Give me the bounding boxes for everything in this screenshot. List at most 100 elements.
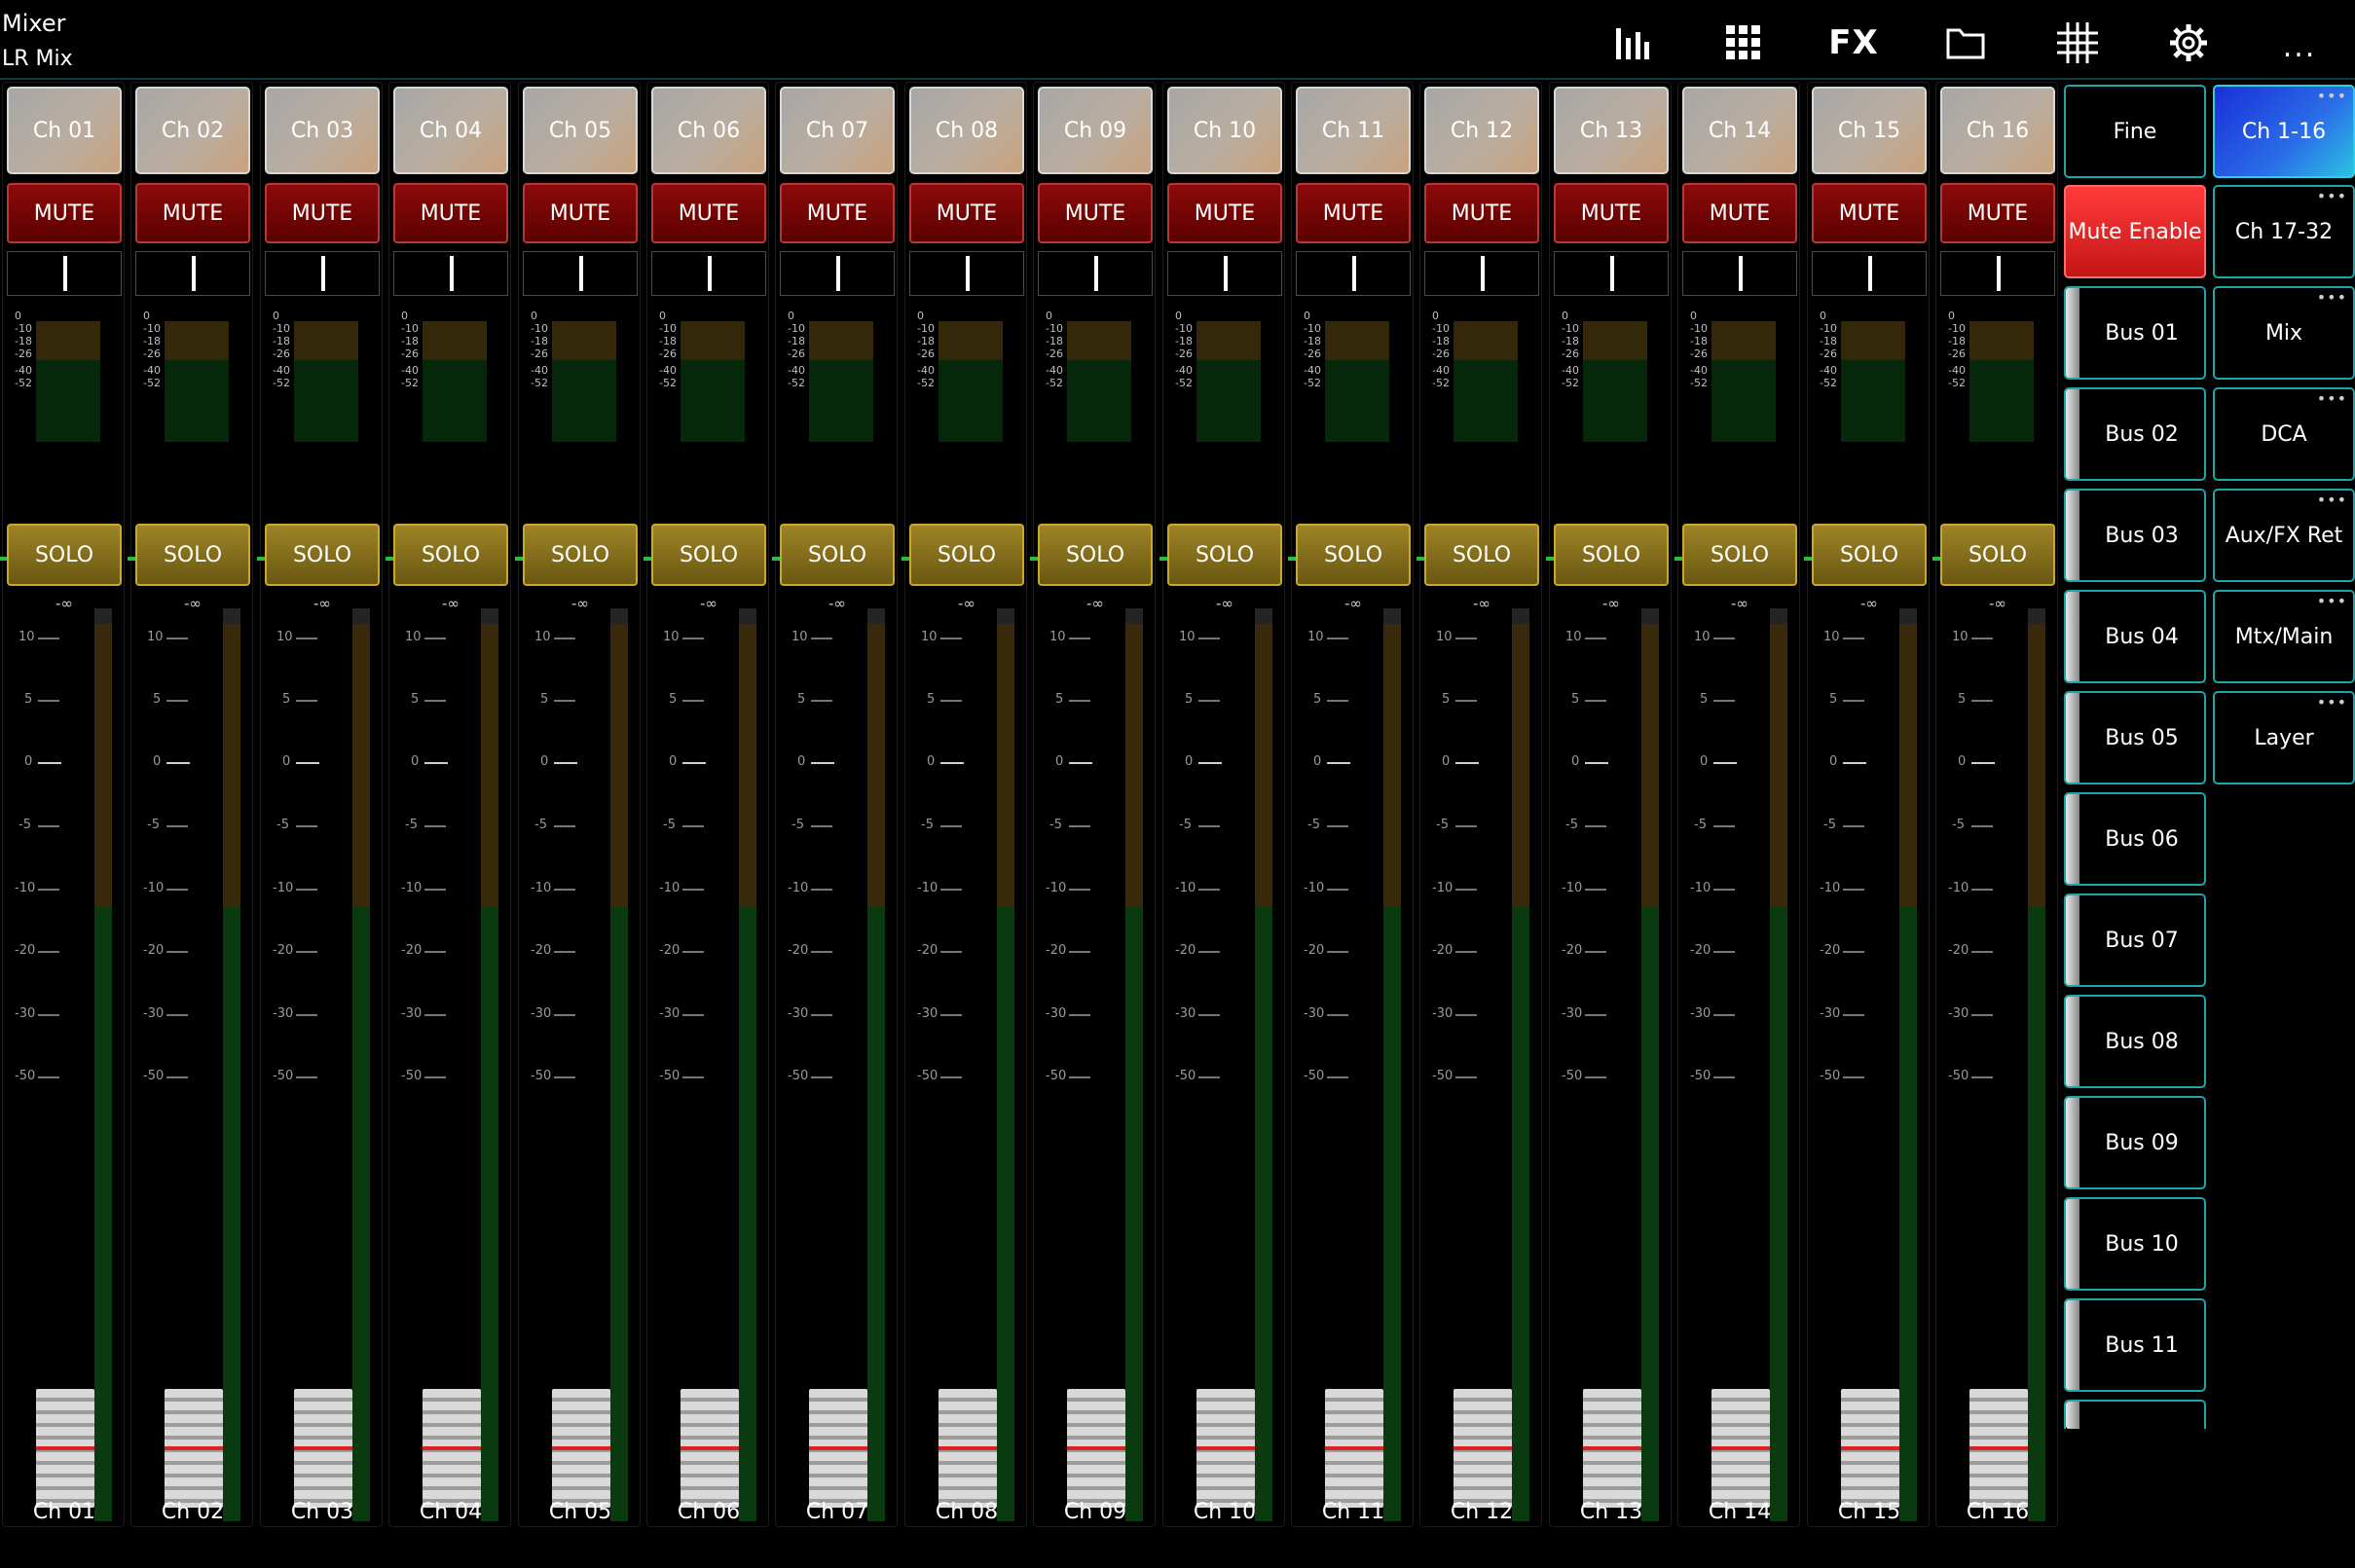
mute-button[interactable]: MUTE xyxy=(265,183,380,243)
layer-more-icon[interactable]: ••• xyxy=(2317,693,2347,711)
pan-control[interactable] xyxy=(1940,251,2055,296)
fader-track[interactable]: -∞ 10 5 0 -5 -10 -20 -30 -50 xyxy=(1808,595,1931,1529)
more-icon[interactable]: ... xyxy=(2272,18,2327,68)
solo-button[interactable]: SOLO xyxy=(1940,524,2055,586)
fader-handle[interactable] xyxy=(1841,1389,1899,1508)
grid-icon[interactable] xyxy=(1716,18,1771,68)
solo-button[interactable]: SOLO xyxy=(523,524,638,586)
mute-button[interactable]: MUTE xyxy=(1296,183,1411,243)
gate-meter[interactable]: 0 -10 -18 -26 -40 -52 xyxy=(780,302,895,526)
gate-meter[interactable]: 0 -10 -18 -26 -40 -52 xyxy=(1167,302,1282,526)
fader-track[interactable]: -∞ 10 5 0 -5 -10 -20 -30 -50 xyxy=(3,595,126,1529)
layer-more-icon[interactable]: ••• xyxy=(2317,87,2347,105)
mute-button[interactable]: MUTE xyxy=(1682,183,1797,243)
layer-button[interactable]: ••• Mtx/Main xyxy=(2213,590,2355,683)
fader-track[interactable]: -∞ 10 5 0 -5 -10 -20 -30 -50 xyxy=(261,595,384,1529)
pan-control[interactable] xyxy=(1812,251,1927,296)
bus-button[interactable]: Bus 01 xyxy=(2064,286,2206,380)
layer-button[interactable]: ••• Ch 1-16 xyxy=(2213,85,2355,178)
mute-button[interactable]: MUTE xyxy=(909,183,1024,243)
fader-track[interactable]: -∞ 10 5 0 -5 -10 -20 -30 -50 xyxy=(1163,595,1286,1529)
channel-name-button[interactable]: Ch 12 xyxy=(1424,87,1539,174)
mute-button[interactable]: MUTE xyxy=(1940,183,2055,243)
bus-button[interactable]: Bus 09 xyxy=(2064,1096,2206,1189)
gate-meter[interactable]: 0 -10 -18 -26 -40 -52 xyxy=(135,302,250,526)
channel-name-button[interactable]: Ch 03 xyxy=(265,87,380,174)
layer-button[interactable]: ••• DCA xyxy=(2213,387,2355,481)
channel-name-button[interactable]: Ch 06 xyxy=(651,87,766,174)
fader-handle[interactable] xyxy=(294,1389,352,1508)
bus-button[interactable]: Bus 04 xyxy=(2064,590,2206,683)
gear-icon[interactable] xyxy=(2161,18,2216,68)
solo-button[interactable]: SOLO xyxy=(651,524,766,586)
channel-name-button[interactable]: Ch 01 xyxy=(7,87,122,174)
fader-handle[interactable] xyxy=(552,1389,610,1508)
solo-button[interactable]: SOLO xyxy=(7,524,122,586)
fader-track[interactable]: -∞ 10 5 0 -5 -10 -20 -30 -50 xyxy=(776,595,899,1529)
solo-button[interactable]: SOLO xyxy=(909,524,1024,586)
pan-control[interactable] xyxy=(1038,251,1153,296)
channel-name-button[interactable]: Ch 02 xyxy=(135,87,250,174)
channel-name-button[interactable]: Ch 16 xyxy=(1940,87,2055,174)
mute-button[interactable]: MUTE xyxy=(523,183,638,243)
solo-button[interactable]: SOLO xyxy=(1296,524,1411,586)
gate-meter[interactable]: 0 -10 -18 -26 -40 -52 xyxy=(1296,302,1411,526)
layer-button[interactable]: ••• Layer xyxy=(2213,691,2355,784)
bus-button[interactable]: Bus 07 xyxy=(2064,893,2206,987)
gate-meter[interactable]: 0 -10 -18 -26 -40 -52 xyxy=(1812,302,1927,526)
mute-button[interactable]: MUTE xyxy=(135,183,250,243)
pan-control[interactable] xyxy=(135,251,250,296)
fader-track[interactable]: -∞ 10 5 0 -5 -10 -20 -30 -50 xyxy=(1936,595,2059,1529)
bus-button[interactable]: Bus 11 xyxy=(2064,1298,2206,1392)
channel-name-button[interactable]: Ch 04 xyxy=(393,87,508,174)
pan-control[interactable] xyxy=(909,251,1024,296)
mute-button[interactable]: MUTE xyxy=(1554,183,1669,243)
pan-control[interactable] xyxy=(1682,251,1797,296)
fader-handle[interactable] xyxy=(809,1389,867,1508)
fader-handle[interactable] xyxy=(1711,1389,1770,1508)
channel-name-button[interactable]: Ch 08 xyxy=(909,87,1024,174)
fader-track[interactable]: -∞ 10 5 0 -5 -10 -20 -30 -50 xyxy=(1034,595,1157,1529)
fader-handle[interactable] xyxy=(681,1389,739,1508)
gate-meter[interactable]: 0 -10 -18 -26 -40 -52 xyxy=(1424,302,1539,526)
fader-handle[interactable] xyxy=(1969,1389,2028,1508)
pan-control[interactable] xyxy=(523,251,638,296)
solo-button[interactable]: SOLO xyxy=(265,524,380,586)
pan-control[interactable] xyxy=(393,251,508,296)
channel-name-button[interactable]: Ch 05 xyxy=(523,87,638,174)
mute-button[interactable]: MUTE xyxy=(393,183,508,243)
bus-button[interactable]: Bus 08 xyxy=(2064,995,2206,1088)
pan-control[interactable] xyxy=(1424,251,1539,296)
layer-more-icon[interactable]: ••• xyxy=(2317,389,2347,408)
channel-name-button[interactable]: Ch 15 xyxy=(1812,87,1927,174)
solo-button[interactable]: SOLO xyxy=(1682,524,1797,586)
layer-button[interactable]: ••• Ch 17-32 xyxy=(2213,185,2355,278)
solo-button[interactable]: SOLO xyxy=(135,524,250,586)
gate-meter[interactable]: 0 -10 -18 -26 -40 -52 xyxy=(1038,302,1153,526)
fader-handle[interactable] xyxy=(36,1389,94,1508)
fader-track[interactable]: -∞ 10 5 0 -5 -10 -20 -30 -50 xyxy=(905,595,1028,1529)
gate-meter[interactable]: 0 -10 -18 -26 -40 -52 xyxy=(393,302,508,526)
bus-button[interactable]: Bus 10 xyxy=(2064,1197,2206,1291)
pan-control[interactable] xyxy=(651,251,766,296)
mute-button[interactable]: MUTE xyxy=(651,183,766,243)
channel-name-button[interactable]: Ch 10 xyxy=(1167,87,1282,174)
gate-meter[interactable]: 0 -10 -18 -26 -40 -52 xyxy=(265,302,380,526)
pan-control[interactable] xyxy=(1554,251,1669,296)
layer-more-icon[interactable]: ••• xyxy=(2317,288,2347,307)
gate-meter[interactable]: 0 -10 -18 -26 -40 -52 xyxy=(909,302,1024,526)
fader-handle[interactable] xyxy=(1453,1389,1512,1508)
solo-button[interactable]: SOLO xyxy=(1812,524,1927,586)
bus-button-partial[interactable] xyxy=(2064,1400,2206,1429)
channel-name-button[interactable]: Ch 13 xyxy=(1554,87,1669,174)
fader-track[interactable]: -∞ 10 5 0 -5 -10 -20 -30 -50 xyxy=(1420,595,1543,1529)
pan-control[interactable] xyxy=(1167,251,1282,296)
mute-button[interactable]: MUTE xyxy=(1167,183,1282,243)
fader-track[interactable]: -∞ 10 5 0 -5 -10 -20 -30 -50 xyxy=(519,595,642,1529)
mute-button[interactable]: MUTE xyxy=(780,183,895,243)
gate-meter[interactable]: 0 -10 -18 -26 -40 -52 xyxy=(651,302,766,526)
routing-grid-icon[interactable] xyxy=(2050,18,2105,68)
gate-meter[interactable]: 0 -10 -18 -26 -40 -52 xyxy=(523,302,638,526)
pan-control[interactable] xyxy=(1296,251,1411,296)
layer-button[interactable]: ••• Aux/FX Ret xyxy=(2213,489,2355,582)
